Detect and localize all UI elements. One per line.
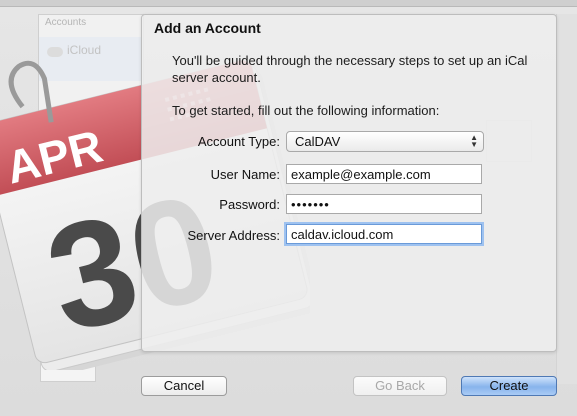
password-field[interactable]: ••••••• <box>286 194 482 214</box>
create-button[interactable]: Create <box>461 376 557 396</box>
account-type-value: CalDAV <box>295 134 341 149</box>
intro-text: You'll be guided through the necessary s… <box>172 53 528 85</box>
background-toolbar <box>0 0 577 7</box>
user-name-label: User Name: <box>210 167 280 182</box>
dialog-title: Add an Account <box>154 20 261 36</box>
password-label: Password: <box>219 197 280 212</box>
updown-arrows-icon: ▲ ▼ <box>470 133 478 149</box>
account-type-select[interactable]: CalDAV ▲ ▼ <box>286 131 484 152</box>
cancel-button[interactable]: Cancel <box>141 376 227 396</box>
server-address-label: Server Address: <box>187 228 281 243</box>
server-address-field[interactable]: caldav.icloud.com <box>286 224 482 244</box>
user-name-field[interactable]: example@example.com <box>286 164 482 184</box>
accounts-header: Accounts <box>45 17 87 28</box>
instruction-text: To get started, fill out the following i… <box>172 103 440 118</box>
account-type-label: Account Type: <box>197 134 280 149</box>
background-edge <box>556 14 577 384</box>
go-back-button[interactable]: Go Back <box>353 376 447 396</box>
